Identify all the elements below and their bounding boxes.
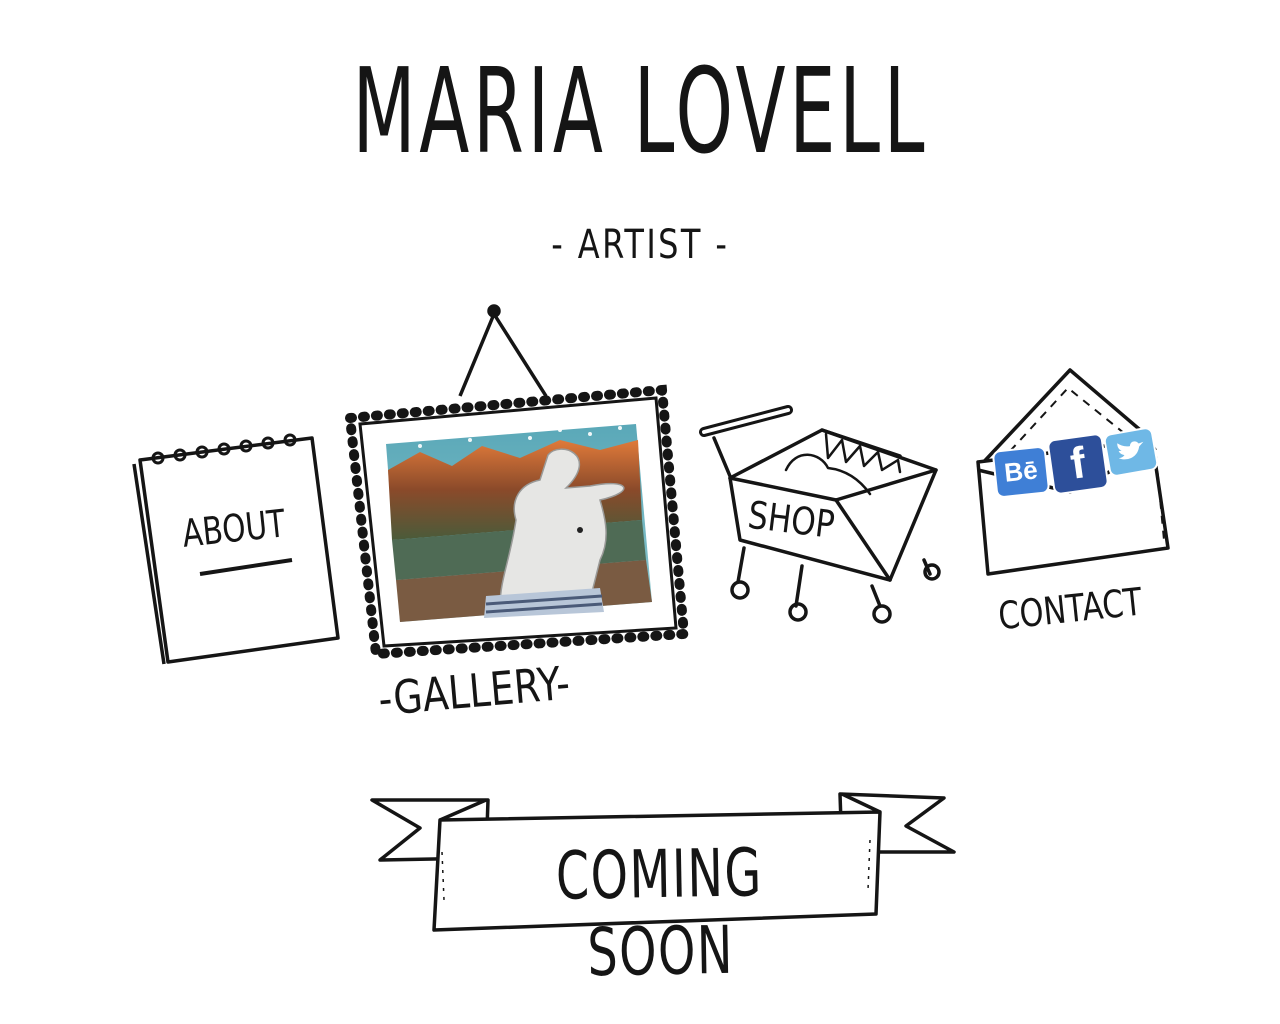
behance-icon[interactable]: Bē (991, 445, 1051, 499)
coming-soon-text: COMING SOON (439, 832, 882, 994)
painting-image (386, 424, 652, 622)
gallery-frame-icon[interactable] (344, 384, 690, 660)
frame-hanger-icon (458, 304, 548, 397)
twitter-icon[interactable] (1102, 425, 1160, 479)
coming-soon-label: COMING SOON (555, 834, 764, 992)
facebook-icon[interactable]: f (1046, 432, 1110, 496)
